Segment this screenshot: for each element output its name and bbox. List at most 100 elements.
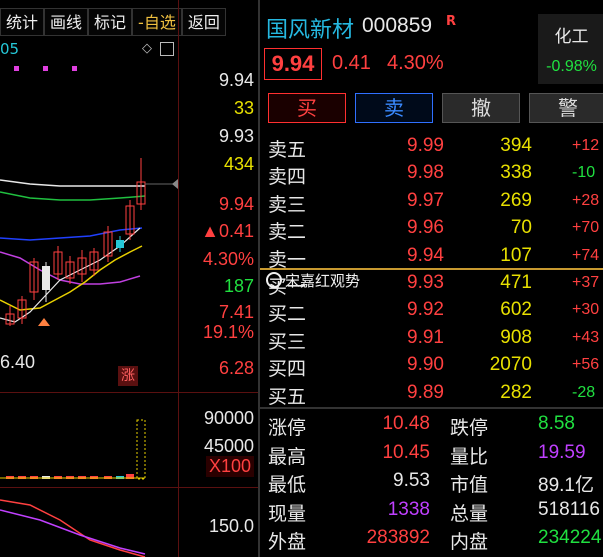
stats-row: 最高 10.45 量比 19.59 (260, 440, 603, 468)
stat-label: 总量 (450, 502, 489, 525)
bid-price: 9.91 (407, 326, 444, 348)
watermark-text: 宋嘉红观势 (285, 272, 361, 290)
bid-volume: 908 (500, 326, 532, 348)
ask-price: 9.97 (407, 189, 444, 211)
bid-volume-change: +37 (572, 274, 600, 291)
volume-axis-45000: 45000 (203, 436, 254, 456)
watermark: 宋嘉红观势 (266, 270, 360, 291)
indicator-line-purple (0, 509, 146, 555)
price-change: 0.41 (332, 52, 371, 74)
ask-row[interactable]: 卖五 9.99 394 +12 (260, 133, 603, 161)
stock-code: 000859 (362, 14, 433, 37)
stat-value: 1338 (387, 498, 430, 520)
bid-volume: 282 (500, 381, 532, 403)
cancel-order-button[interactable]: 撤 (442, 93, 520, 123)
stat-label: 现量 (268, 502, 307, 525)
bid-row[interactable]: 买二 9.92 602 +30 (260, 297, 603, 326)
stat-value: 89.1亿 (538, 475, 594, 496)
bid-level-label: 买四 (268, 358, 307, 381)
stat-value: 8.58 (538, 413, 575, 434)
stat-label: 外盘 (268, 531, 307, 553)
bid-row[interactable]: 买五 9.89 282 -28 (260, 380, 603, 408)
ask-level-label: 卖三 (268, 193, 307, 216)
margin-badge: R (446, 14, 457, 29)
stat-value: 10.48 (382, 413, 430, 434)
axis-price-low: 6.28 (218, 358, 254, 378)
ask-volume: 338 (500, 162, 532, 184)
signal-dots (14, 66, 77, 71)
sector-change: -0.98% (546, 58, 597, 75)
ask-volume: 70 (510, 217, 532, 239)
ma-line-white (0, 179, 145, 187)
bid-price: 9.92 (407, 299, 444, 321)
volume-bars (6, 419, 146, 480)
bid-row[interactable]: 买三 9.91 908 +43 (260, 325, 603, 353)
bid-row[interactable]: 买四 9.90 2070 +56 (260, 352, 603, 381)
ask-row[interactable]: 卖四 9.98 338 -10 (260, 160, 603, 188)
indicator-axis-150: 150.0 (208, 516, 254, 536)
toolbar-back-button[interactable]: 返回 (181, 8, 226, 36)
stat-label: 最低 (268, 474, 307, 496)
price-change-pct: 4.30% (387, 52, 444, 74)
stat-label: 量比 (450, 445, 489, 468)
bid-volume-change: +56 (572, 356, 600, 374)
bid-level-label: 买二 (268, 303, 307, 326)
bid-volume-change: +30 (572, 301, 600, 319)
bid-price: 9.93 (407, 272, 444, 293)
axis-price-high: 9.94 (218, 70, 254, 90)
current-price: 9.94 (264, 48, 322, 80)
stat-value: 19.59 (538, 441, 586, 463)
ask-volume-change: +70 (572, 219, 600, 237)
axis-price-b: 9.93 (218, 126, 254, 146)
bid-price: 9.89 (407, 381, 444, 403)
kline-chart-pane[interactable]: 统计 画线 标记 -自选 返回 05 ◇ 9.94 33 9.93 434 9.… (0, 0, 258, 557)
ask-price: 9.98 (407, 162, 444, 184)
stat-label: 市值 (450, 474, 489, 496)
axis-price-c: 7.41 (218, 302, 254, 322)
stat-value: 9.53 (393, 470, 430, 491)
ask-row[interactable]: 卖三 9.97 269 +28 (260, 188, 603, 216)
ask-volume: 269 (500, 189, 532, 211)
stats-row: 涨停 10.48 跌停 8.58 (260, 411, 603, 439)
volume-axis-90000: 90000 (203, 408, 254, 428)
ask-volume-change: +28 (572, 191, 600, 209)
ask-row[interactable]: 卖二 9.96 70 +70 (260, 215, 603, 244)
axis-vol-a: 33 (233, 98, 254, 118)
price-alert-button[interactable]: 警 (529, 93, 603, 123)
stats-row: 最低 9.53 市值 89.1亿 (260, 468, 603, 496)
stat-label: 跌停 (450, 417, 489, 439)
bid-level-label: 买五 (268, 385, 307, 408)
stat-value: 518116 (538, 498, 600, 520)
stat-label: 内盘 (450, 531, 489, 553)
volume-axis-unit: X100 (205, 456, 254, 477)
sell-button[interactable]: 卖 (355, 93, 433, 123)
axis-change-pct: 4.30% (202, 249, 254, 269)
ask-level-label: 卖二 (268, 221, 307, 244)
bid-volume-change: +43 (572, 328, 600, 346)
bid-level-label: 买三 (268, 330, 307, 353)
chart-axis-divider (178, 0, 179, 557)
low-marker-triangle (38, 318, 50, 326)
bid-volume: 602 (500, 299, 532, 321)
ask-row[interactable]: 卖一 9.94 107 +74 (260, 243, 603, 271)
buy-button[interactable]: 买 (268, 93, 346, 123)
bid-price: 9.90 (407, 354, 444, 376)
axis-vol-c: 187 (223, 276, 254, 296)
stat-label: 最高 (268, 445, 307, 468)
weibo-icon (266, 272, 282, 288)
bid-volume-change: -28 (572, 383, 596, 401)
ask-volume-change: +12 (572, 137, 600, 154)
sector-card[interactable]: 化工 -0.98% (538, 14, 603, 84)
stats-row: 现量 1338 总量 518116 (260, 497, 603, 525)
stat-value: 283892 (366, 527, 430, 548)
ma-line-green (0, 191, 146, 201)
candlestick-plot (0, 66, 178, 557)
axis-vol-b: 434 (223, 154, 254, 174)
stat-value: 10.45 (382, 441, 430, 463)
ma-line-blue (0, 227, 143, 241)
bid-volume: 471 (500, 272, 532, 293)
bid-volume: 2070 (489, 354, 532, 376)
current-price-pointer (172, 179, 178, 189)
stock-name: 国风新材 (266, 18, 355, 43)
ask-price: 9.96 (407, 217, 444, 239)
